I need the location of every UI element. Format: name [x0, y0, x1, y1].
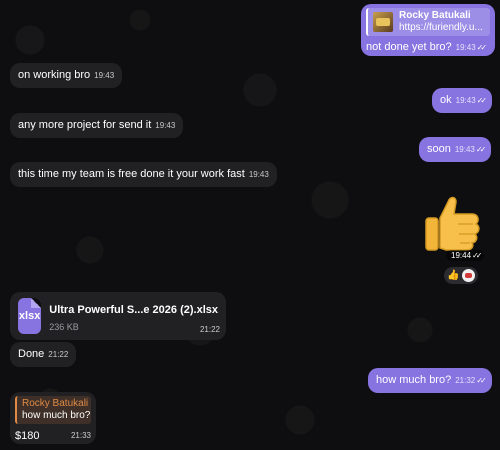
- message-outgoing[interactable]: ok 19:43✓✓: [432, 88, 493, 113]
- message-time: 21:32: [455, 376, 476, 385]
- sticker-time: 19:44✓✓: [446, 250, 485, 261]
- message-time: 19:43: [94, 71, 115, 80]
- message-time: 19:43: [155, 121, 176, 130]
- message-incoming-file[interactable]: xlsx Ultra Powerful S...e 2026 (2).xlsx …: [10, 292, 226, 340]
- message-outgoing[interactable]: soon 19:43✓✓: [419, 137, 492, 162]
- read-ticks-icon: ✓✓: [476, 376, 487, 385]
- file-size: 236 KB: [49, 322, 79, 332]
- thumbs-up-sticker-icon[interactable]: [418, 188, 484, 254]
- message-text: how much bro?: [376, 374, 452, 386]
- message-text: soon: [427, 143, 451, 155]
- reply-preview[interactable]: Rocky Batukali https://furiendly.u...: [366, 8, 490, 36]
- reactions-bar[interactable]: 👍: [444, 267, 479, 284]
- message-text: not done yet bro?: [366, 41, 452, 53]
- file-name[interactable]: Ultra Powerful S...e 2026 (2).xlsx: [49, 303, 218, 317]
- message-outgoing[interactable]: Rocky Batukali https://furiendly.u... no…: [361, 4, 495, 56]
- reply-sender-name: Rocky Batukali: [399, 10, 471, 21]
- reply-text: https://furiendly.u...: [399, 22, 483, 33]
- message-time: 19:43: [455, 96, 476, 105]
- reply-text: how much bro?: [22, 410, 91, 421]
- message-incoming[interactable]: any more project for send it 19:43: [10, 113, 184, 138]
- read-ticks-icon: ✓✓: [476, 43, 488, 52]
- link-thumbnail: [373, 12, 393, 32]
- message-text: Done: [18, 348, 45, 360]
- message-time: 21:22: [199, 325, 220, 334]
- message-text: this time my team is free done it your w…: [18, 168, 245, 180]
- reactor-avatar: [462, 269, 476, 282]
- message-outgoing[interactable]: how much bro? 21:32✓✓: [368, 368, 492, 393]
- file-icon[interactable]: xlsx: [18, 298, 42, 334]
- message-time: 19:43: [455, 43, 476, 52]
- message-time: 21:22: [48, 350, 69, 359]
- message-text: on working bro: [18, 69, 91, 81]
- message-time: 19:43: [248, 170, 269, 179]
- read-ticks-icon: ✓✓: [472, 251, 483, 260]
- message-time: 19:43: [454, 145, 475, 154]
- message-text: $180: [15, 430, 40, 442]
- message-incoming[interactable]: this time my team is free done it your w…: [10, 162, 277, 187]
- message-text: ok: [440, 94, 452, 106]
- message-incoming[interactable]: on working bro 19:43: [10, 63, 123, 88]
- reply-sender-name: Rocky Batukali: [22, 398, 89, 409]
- thumbs-up-reaction-icon[interactable]: 👍: [447, 269, 459, 282]
- message-incoming[interactable]: Done 21:22: [10, 342, 77, 367]
- message-text: any more project for send it: [18, 119, 152, 131]
- read-ticks-icon: ✓✓: [476, 96, 488, 105]
- reply-preview[interactable]: Rocky Batukali how much bro?: [15, 396, 91, 424]
- message-incoming[interactable]: Rocky Batukali how much bro? $180 21:33: [10, 392, 96, 444]
- read-ticks-icon: ✓✓: [475, 145, 487, 154]
- message-time: 21:33: [70, 431, 91, 440]
